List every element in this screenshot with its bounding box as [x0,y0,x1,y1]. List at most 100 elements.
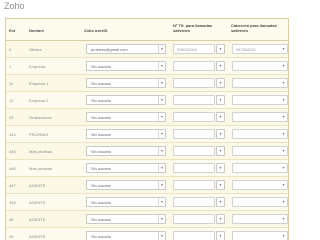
numero-llamadas-select[interactable]: ▾ [216,112,225,122]
table-row: 446 Más pruebas Sin usuario ▾ ▾ ▾ [6,160,288,177]
chevron-down-icon[interactable]: ▾ [280,232,287,240]
zoho-user-select[interactable]: Sin usuario ▾ [86,180,166,190]
numero-llamadas-input[interactable] [173,163,215,173]
zoho-user-select[interactable]: Sin usuario ▾ [86,95,166,105]
numero-llamadas-select[interactable]: ▾ [216,214,225,224]
cabecera-input[interactable]: ▾ [232,197,288,207]
numero-llamadas-input[interactable] [173,214,215,224]
chevron-down-icon: ▾ [219,80,222,85]
cell-nombre: Grabaciones [29,115,52,120]
table-row: 33 Grabaciones Sin usuario ▾ ▾ ▾ [6,109,288,126]
table-row: 48 AGENTE Sin usuario ▾ ▾ ▾ [6,211,288,228]
zoho-user-select[interactable]: Sin usuario ▾ [86,129,166,139]
zoho-user-select[interactable]: Sin usuario ▾ [86,231,166,240]
cabecera-input[interactable]: ▾ [232,61,288,71]
cell-nombre: Más pruebas [29,149,53,154]
zoho-user-select[interactable]: pruebas@gmail.com ▾ [86,44,166,54]
cabecera-input[interactable]: ▾ [232,146,288,156]
chevron-down-icon: ▾ [158,181,165,189]
numero-llamadas-select[interactable]: ▾ [216,197,225,207]
chevron-down-icon[interactable]: ▾ [280,130,287,138]
cabecera-input[interactable]: ▾ [232,129,288,139]
chevron-down-icon: ▾ [219,199,222,204]
zoho-user-select[interactable]: Sin usuario ▾ [86,61,166,71]
chevron-down-icon[interactable]: ▾ [280,45,287,53]
cell-ext: 444 [9,132,16,137]
numero-llamadas-input[interactable] [173,231,215,240]
zoho-user-value: Sin usuario [91,217,112,222]
chevron-down-icon: ▾ [219,131,222,136]
numero-llamadas-input[interactable] [173,129,215,139]
chevron-down-icon: ▾ [219,233,222,238]
chevron-down-icon: ▾ [219,148,222,153]
zoho-user-value: Sin usuario [91,183,112,188]
table-row: 1 Empresa Sin usuario ▾ ▾ ▾ [6,58,288,75]
cell-ext: 11 [9,81,14,86]
cabecera-input[interactable]: ▾ [232,95,288,105]
chevron-down-icon[interactable]: ▾ [280,62,287,70]
table-row: 11 Empresa 1 Sin usuario ▾ ▾ ▾ [6,75,288,92]
numero-llamadas-select[interactable]: ▾ [216,129,225,139]
zoho-user-select[interactable]: Sin usuario ▾ [86,163,166,173]
numero-llamadas-select[interactable]: ▾ [216,61,225,71]
numero-llamadas-input[interactable] [173,95,215,105]
numero-llamadas-select[interactable]: ▾ [216,146,225,156]
zoho-user-value: Sin usuario [91,149,112,154]
cabecera-input[interactable]: ▾ [232,163,288,173]
cabecera-input[interactable]: 987654321 ▾ [232,44,288,54]
numero-llamadas-input[interactable] [173,146,215,156]
zoho-user-select[interactable]: Sin usuario ▾ [86,112,166,122]
numero-llamadas-input[interactable]: 928000000 [173,44,215,54]
numero-llamadas-input[interactable] [173,112,215,122]
cabecera-input[interactable]: ▾ [232,78,288,88]
chevron-down-icon: ▾ [219,182,222,187]
table-row: 448 AGENTE Sin usuario ▾ ▾ ▾ [6,194,288,211]
numero-llamadas-select[interactable]: ▾ [216,231,225,240]
chevron-down-icon[interactable]: ▾ [280,164,287,172]
chevron-down-icon[interactable]: ▾ [280,147,287,155]
cabecera-input[interactable]: ▾ [232,112,288,122]
zoho-user-value: pruebas@gmail.com [91,47,128,52]
cell-ext: 446 [9,166,16,171]
chevron-down-icon: ▾ [219,97,222,102]
numero-llamadas-input[interactable] [173,78,215,88]
cell-nombre: AGENTE [29,183,46,188]
numero-llamadas-select[interactable]: ▾ [216,95,225,105]
chevron-down-icon: ▾ [158,62,165,70]
chevron-down-icon: ▾ [219,63,222,68]
chevron-down-icon[interactable]: ▾ [280,79,287,87]
zoho-user-value: Sin usuario [91,98,112,103]
zoho-user-select[interactable]: Sin usuario ▾ [86,214,166,224]
chevron-down-icon[interactable]: ▾ [280,198,287,206]
table-row: 447 AGENTE Sin usuario ▾ ▾ ▾ [6,177,288,194]
table-row: 49 AGENTE Sin usuario ▾ ▾ ▾ [6,228,288,240]
chevron-down-icon: ▾ [219,165,222,170]
cell-ext: 33 [9,115,14,120]
numero-llamadas-select[interactable]: ▾ [216,78,225,88]
zoho-extensions-table: Ext Nombre Zoho userID Nº Tlf. para llam… [5,18,289,240]
cabecera-input[interactable]: ▾ [232,214,288,224]
cell-nombre: Más pruebas [29,166,53,171]
numero-llamadas-input[interactable] [173,180,215,190]
numero-llamadas-select[interactable]: ▾ [216,163,225,173]
numero-llamadas-input[interactable] [173,61,215,71]
numero-llamadas-value: 928000000 [177,47,198,52]
chevron-down-icon[interactable]: ▾ [280,215,287,223]
cabecera-input[interactable]: ▾ [232,231,288,240]
chevron-down-icon[interactable]: ▾ [280,96,287,104]
zoho-user-select[interactable]: Sin usuario ▾ [86,197,166,207]
zoho-user-select[interactable]: Sin usuario ▾ [86,78,166,88]
chevron-down-icon[interactable]: ▾ [280,113,287,121]
cell-ext: 445 [9,149,16,154]
cabecera-input[interactable]: ▾ [232,180,288,190]
chevron-down-icon[interactable]: ▾ [280,181,287,189]
cell-ext: 447 [9,183,16,188]
zoho-user-select[interactable]: Sin usuario ▾ [86,146,166,156]
chevron-down-icon: ▾ [219,114,222,119]
chevron-down-icon: ▾ [158,164,165,172]
cell-ext: 448 [9,200,16,205]
numero-llamadas-input[interactable] [173,197,215,207]
numero-llamadas-select[interactable]: ▾ [216,180,225,190]
numero-llamadas-select[interactable]: ▾ [216,44,225,54]
cell-ext: 0 [9,47,12,52]
